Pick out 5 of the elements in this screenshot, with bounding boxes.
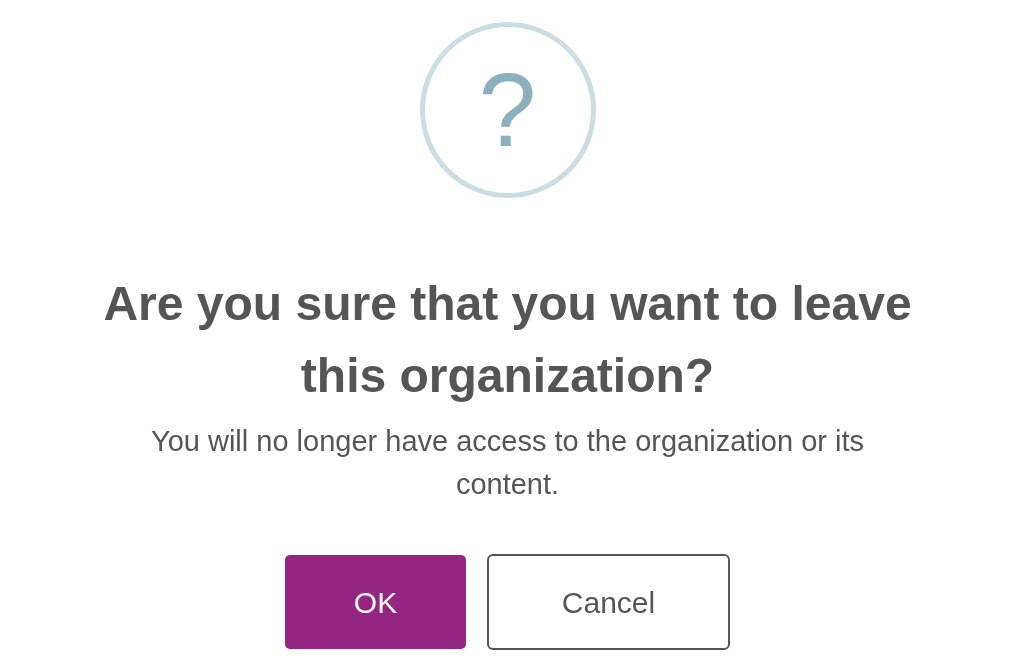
ok-button[interactable]: OK	[285, 555, 466, 649]
question-mark-icon: ?	[419, 22, 596, 198]
dialog-message: You will no longer have access to the organization or its content.	[149, 424, 866, 502]
dialog-title: Are you sure that you want to leave this organization?	[102, 276, 913, 404]
cancel-button[interactable]: Cancel	[487, 554, 730, 650]
